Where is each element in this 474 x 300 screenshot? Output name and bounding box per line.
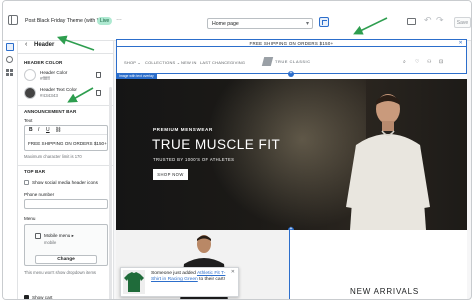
annotation-arrow: [56, 35, 95, 51]
annotation-arrow: [353, 17, 388, 35]
annotation-arrows: [56, 17, 388, 103]
annotation-arrow: [67, 87, 94, 103]
